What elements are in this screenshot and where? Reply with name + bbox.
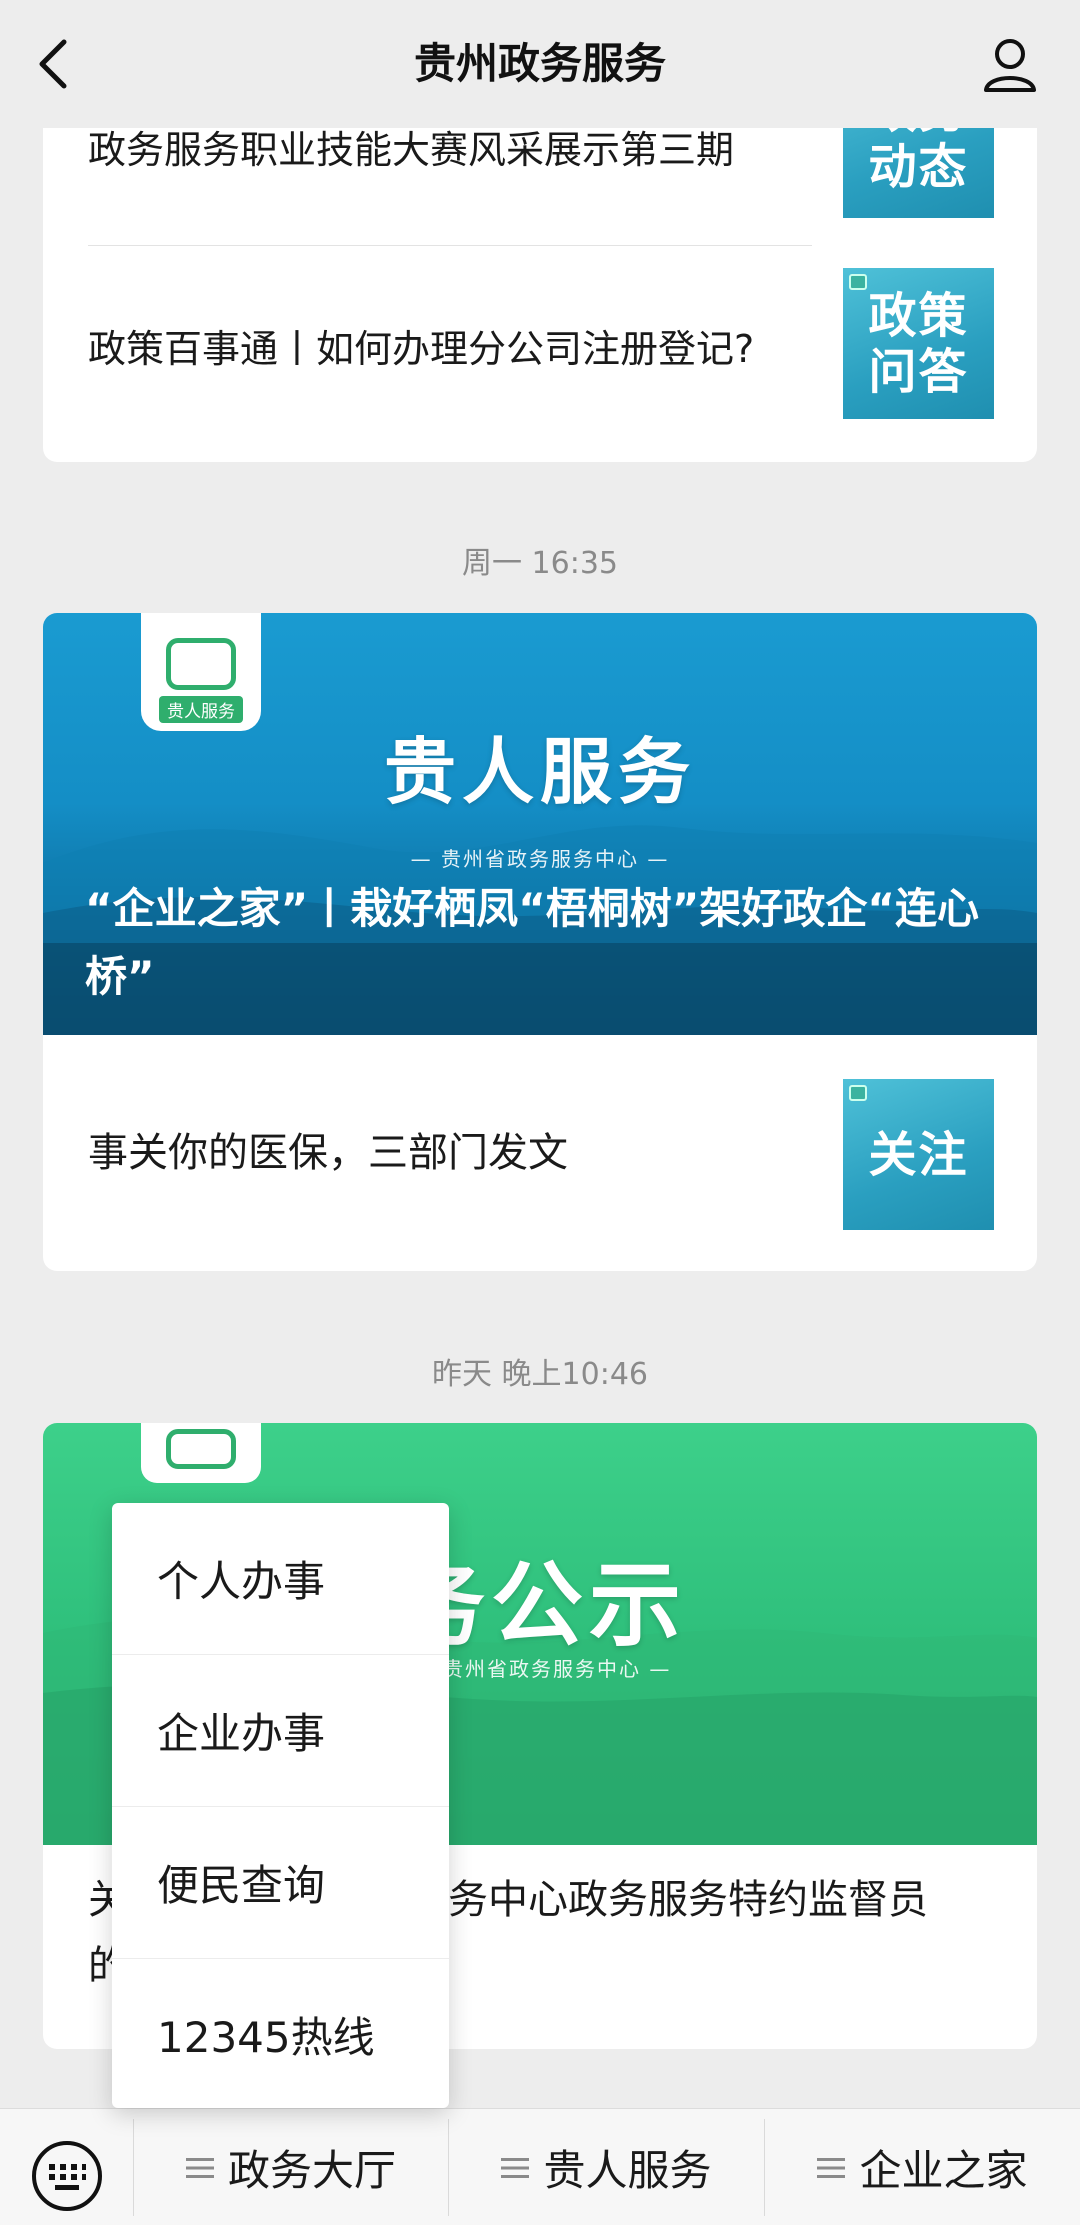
article-title: 政策百事通丨如何办理分公司注册登记? bbox=[88, 327, 755, 371]
menu-lines-icon bbox=[185, 2157, 214, 2178]
bottom-menu-item-service[interactable]: 贵人服务 bbox=[449, 2109, 764, 2225]
page-title: 贵州政务服务 bbox=[413, 39, 666, 88]
article-card-1: 政务服务职业技能大赛风采展示第三期 政务动态 政策百事通丨如何办理分公司注册登记… bbox=[43, 80, 1037, 462]
logo-icon bbox=[166, 1429, 236, 1469]
thumbnail-text: 政策问答 bbox=[868, 287, 969, 400]
menu-item-personal[interactable]: 个人办事 bbox=[112, 1503, 449, 1654]
bottom-menu-item-hall[interactable]: 政务大厅 bbox=[134, 2109, 448, 2225]
thumbnail-text: 关注 bbox=[868, 1126, 969, 1183]
article-item[interactable]: 政策百事通丨如何办理分公司注册登记? 政策问答 bbox=[43, 246, 1037, 462]
article-thumbnail: 关注 bbox=[843, 1079, 994, 1230]
menu-item-enterprise[interactable]: 企业办事 bbox=[112, 1655, 449, 1806]
banner-subtitle: 贵州省政务服务中心 — bbox=[443, 1657, 672, 1681]
menu-item-query[interactable]: 便民查询 bbox=[112, 1807, 449, 1958]
logo-icon bbox=[849, 274, 867, 290]
popup-menu: 个人办事 企业办事 便民查询 12345热线 bbox=[112, 1503, 449, 2108]
logo-icon bbox=[166, 638, 236, 690]
app-logo bbox=[141, 1423, 261, 1483]
bottom-menu-bar: 政务大厅 贵人服务 企业之家 bbox=[0, 2108, 1080, 2225]
article-title-fragment: 务中心政务服务特约监督员 bbox=[448, 1877, 928, 1923]
top-nav-bar: 贵州政务服务 bbox=[0, 0, 1080, 128]
menu-lines-icon bbox=[817, 2157, 846, 2178]
article-thumbnail: 政策问答 bbox=[843, 268, 994, 419]
bottom-menu-item-enterprise-home[interactable]: 企业之家 bbox=[765, 2109, 1080, 2225]
banner-title: 贵人服务 bbox=[383, 729, 696, 814]
article-banner[interactable]: 贵人服务 贵人服务 — 贵州省政务服务中心 — “企业之家”丨栽好栖凤“梧桐树”… bbox=[43, 613, 1037, 1035]
menu-lines-icon bbox=[501, 2157, 530, 2178]
keyboard-icon[interactable] bbox=[30, 2139, 104, 2213]
article-headline: “企业之家”丨栽好栖凤“梧桐树”架好政企“连心桥” bbox=[85, 884, 980, 1001]
bottom-menu-label: 政务大厅 bbox=[227, 2146, 396, 2195]
article-item[interactable]: 事关你的医保，三部门发文 关注 bbox=[43, 1035, 1037, 1271]
banner-subtitle: — 贵州省政务服务中心 — bbox=[410, 847, 670, 871]
bottom-menu-label: 贵人服务 bbox=[543, 2146, 712, 2195]
message-timestamp: 周一 16:35 bbox=[462, 546, 618, 581]
menu-item-hotline[interactable]: 12345热线 bbox=[112, 1959, 449, 2110]
user-icon[interactable] bbox=[980, 34, 1040, 94]
bottom-menu-label: 企业之家 bbox=[859, 2146, 1028, 2195]
article-title: 政务服务职业技能大赛风采展示第三期 bbox=[88, 128, 735, 172]
article-card-2: 贵人服务 贵人服务 — 贵州省政务服务中心 — “企业之家”丨栽好栖凤“梧桐树”… bbox=[43, 613, 1037, 1271]
message-timestamp: 昨天 晚上10:46 bbox=[432, 1357, 648, 1392]
logo-icon bbox=[849, 1085, 867, 1101]
